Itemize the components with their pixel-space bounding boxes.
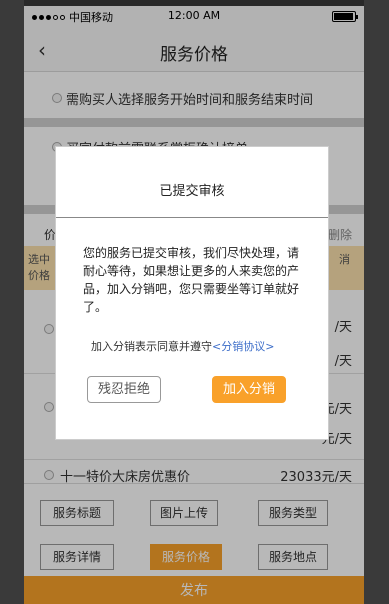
distribution-agreement-link[interactable]: <分销协议>: [212, 340, 274, 353]
join-distribution-button[interactable]: 加入分销: [212, 376, 286, 403]
reject-button[interactable]: 残忍拒绝: [87, 376, 161, 403]
agreement-text: 加入分销表示同意并遵守<分销协议>: [91, 338, 274, 354]
dialog-title: 已提交审核: [159, 184, 225, 199]
submitted-review-dialog: 已提交审核 您的服务已提交审核，我们尽快处理，请耐心等待，如果想让更多的人来卖您…: [55, 146, 329, 440]
agreement-label: 加入分销表示同意并遵守: [91, 340, 212, 353]
dialog-message: 您的服务已提交审核，我们尽快处理，请耐心等待，如果想让更多的人来卖您的产品，加入…: [83, 246, 300, 314]
dialog-divider: [56, 217, 328, 218]
